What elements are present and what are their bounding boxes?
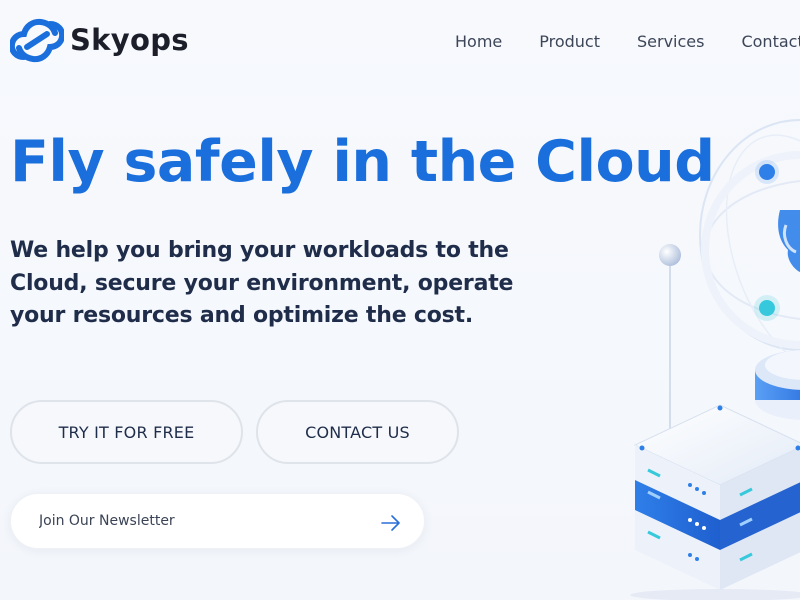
main-nav: Home Product Services Contact bbox=[455, 31, 800, 53]
cloud-link-icon bbox=[10, 18, 64, 63]
nav-services[interactable]: Services bbox=[637, 31, 704, 53]
try-free-button[interactable]: TRY IT FOR FREE bbox=[10, 400, 243, 464]
arrow-right-icon[interactable] bbox=[379, 511, 403, 535]
nav-contact[interactable]: Contact bbox=[741, 31, 800, 53]
newsletter-input[interactable] bbox=[39, 510, 359, 532]
nav-product[interactable]: Product bbox=[539, 31, 600, 53]
cloud-server-illustration bbox=[630, 119, 800, 600]
hero-subtitle: We help you bring your workloads to the … bbox=[10, 238, 514, 328]
brand-name: Skyops bbox=[70, 22, 189, 57]
brand-logo[interactable]: Skyops bbox=[10, 17, 189, 63]
newsletter-form bbox=[10, 493, 425, 549]
nav-home[interactable]: Home bbox=[455, 31, 502, 53]
contact-us-button[interactable]: CONTACT US bbox=[256, 400, 459, 464]
